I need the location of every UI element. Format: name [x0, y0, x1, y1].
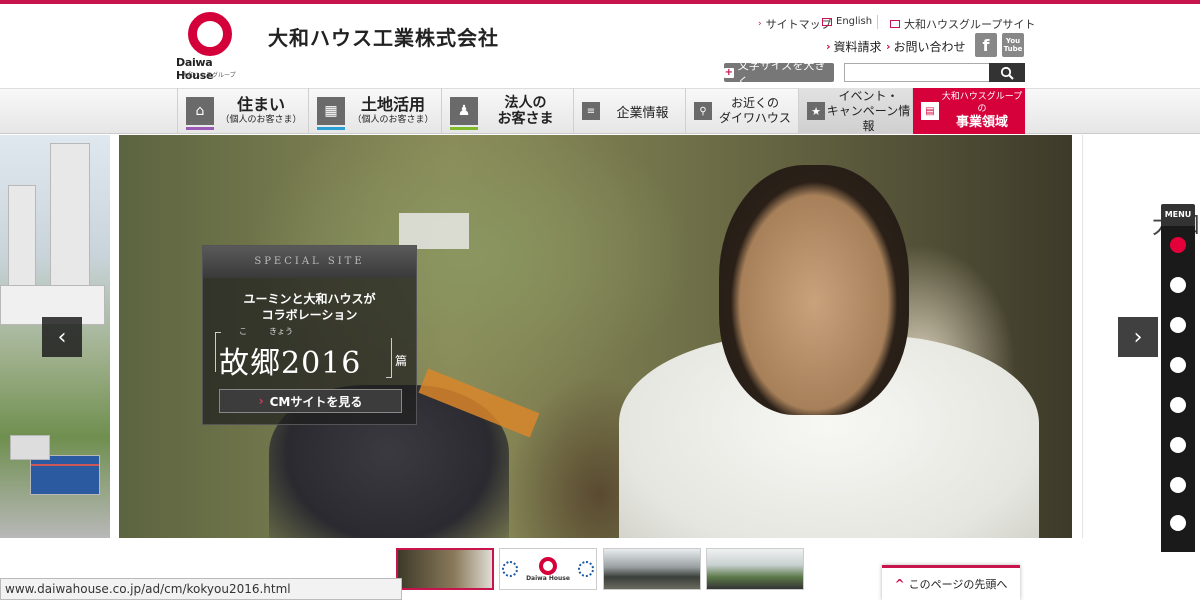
document-icon: ≡ — [582, 102, 600, 120]
special-site-label: SPECIAL SITE — [203, 246, 416, 278]
menu-dot-1[interactable] — [1170, 237, 1186, 253]
menu-tab[interactable]: MENU — [1161, 204, 1195, 226]
top-accent-line — [0, 0, 1200, 4]
slide-thumb-1[interactable] — [396, 548, 494, 590]
search-icon — [1000, 66, 1014, 80]
chevron-up-icon: ^ — [894, 577, 905, 591]
divider — [877, 15, 878, 29]
menu-dot-5[interactable] — [1170, 397, 1186, 413]
search-icon: ⚲ — [694, 102, 712, 120]
slide-thumb-4[interactable] — [706, 548, 804, 590]
collab-line-2: コラボレーション — [261, 308, 358, 322]
collab-line-1: ユーミンと大和ハウスが — [243, 292, 376, 306]
menu-dot-3[interactable] — [1170, 317, 1186, 333]
menu-dot-2[interactable] — [1170, 277, 1186, 293]
menu-dot-7[interactable] — [1170, 477, 1186, 493]
menu-dot-6[interactable] — [1170, 437, 1186, 453]
facebook-icon[interactable]: f — [975, 33, 997, 57]
house-icon: ⌂ — [186, 97, 214, 130]
daiwa-logo-icon — [538, 556, 557, 575]
star-icon: ★ — [807, 102, 825, 120]
request-docs-link[interactable]: › 資料請求 — [826, 38, 882, 55]
arrow-icon: › — [258, 394, 264, 408]
nav-item-business-domains[interactable]: ▤ 大和ハウスグループの 事業領域 — [912, 88, 1025, 134]
prev-slide-button[interactable]: ‹ — [42, 317, 82, 357]
side-menu — [1161, 226, 1195, 552]
search-input[interactable] — [844, 63, 990, 82]
arrow-icon: › — [826, 40, 831, 53]
nav-item-company-info[interactable]: ≡ 企業情報 — [573, 88, 685, 134]
logo-ring-icon — [188, 12, 232, 56]
sitemap-link[interactable]: › サイトマップ — [758, 16, 832, 32]
slide-thumb-2[interactable]: Daiwa House — [499, 548, 597, 590]
arrow-icon: › — [758, 19, 762, 29]
ruby-kyou: きょう — [269, 327, 293, 336]
menu-dot-8[interactable] — [1170, 515, 1186, 531]
group-site-link[interactable]: 大和ハウスグループサイト — [890, 16, 1035, 32]
person-icon: ♟ — [450, 97, 478, 130]
nav-item-nearby[interactable]: ⚲ お近くの ダイワハウス — [685, 88, 798, 134]
search-button[interactable] — [989, 63, 1025, 82]
slide-thumb-3[interactable] — [603, 548, 701, 590]
nav-item-land-use[interactable]: ▦ 土地活用 （個人のお客さま） — [308, 88, 441, 134]
cm-site-button[interactable]: › CMサイトを見る — [219, 389, 402, 413]
logo-subtext: 大和ハウスグループ — [182, 72, 236, 79]
window-icon — [890, 20, 900, 28]
chevron-right-icon: › — [1133, 324, 1143, 350]
company-name: 大和ハウス工業株式会社 — [268, 26, 499, 50]
cm-title: 故郷2016 — [219, 346, 362, 381]
page-top-button[interactable]: ^ このページの先頭へ — [882, 565, 1020, 600]
ruby-ko: こ — [239, 327, 247, 336]
nav-item-housing[interactable]: ⌂ 住まい （個人のお客さま） — [177, 88, 308, 134]
english-link[interactable]: English — [822, 16, 872, 27]
hero-photo-face — [719, 165, 909, 415]
window-icon — [822, 17, 832, 26]
nav-item-corporate-customers[interactable]: ♟ 法人の お客さま — [441, 88, 573, 134]
arrow-icon: › — [886, 40, 891, 53]
cm-title-suffix: 篇 — [395, 354, 408, 368]
plus-icon: + — [724, 66, 734, 78]
chevron-left-icon: ‹ — [57, 324, 67, 350]
building-icon: ▦ — [317, 97, 345, 130]
special-site-card: SPECIAL SITE ユーミンと大和ハウスが コラボレーション こ きょう … — [202, 245, 417, 425]
grid-icon: ▤ — [921, 102, 939, 120]
nav-item-events[interactable]: ★ イベント・ キャンペーン情報 — [798, 88, 912, 134]
paralympic-emblem-icon — [577, 561, 594, 577]
font-size-button[interactable]: + 文字サイズを大きく — [724, 59, 834, 88]
youtube-icon[interactable]: You Tube — [1002, 33, 1024, 57]
next-slide-button[interactable]: › — [1118, 317, 1158, 357]
tokyo2020-emblem-icon — [502, 561, 519, 577]
browser-status-url: www.daiwahouse.co.jp/ad/cm/kokyou2016.ht… — [0, 578, 402, 600]
menu-dot-4[interactable] — [1170, 357, 1186, 373]
daiwa-house-logo[interactable]: Daiwa House 大和ハウスグループ — [176, 12, 246, 82]
contact-link[interactable]: › お問い合わせ — [886, 38, 966, 55]
